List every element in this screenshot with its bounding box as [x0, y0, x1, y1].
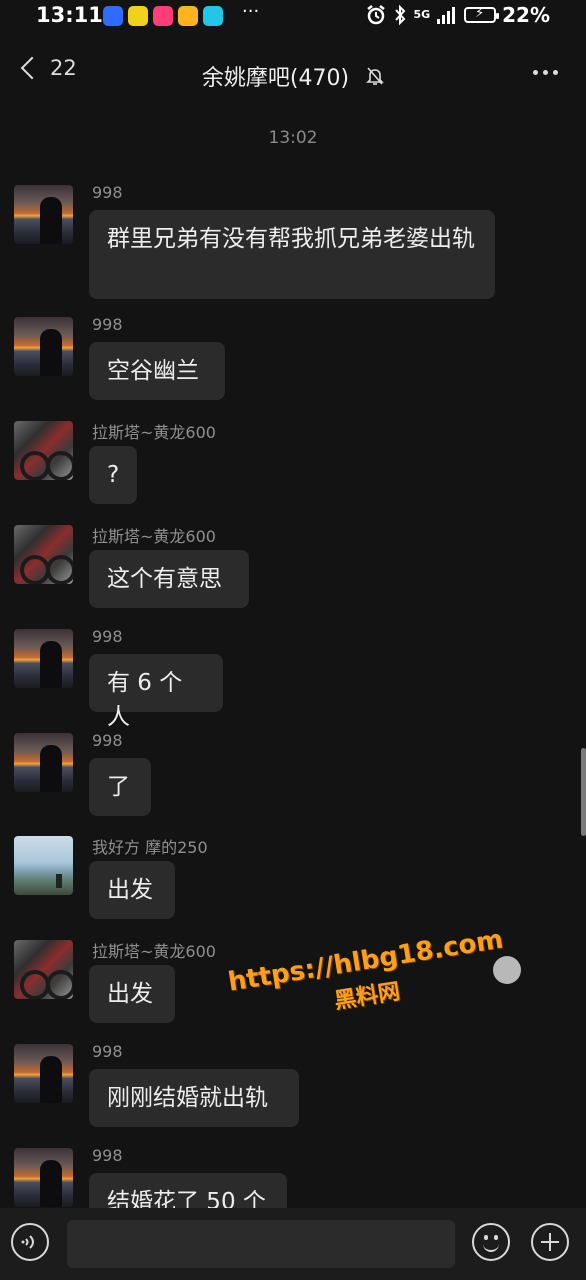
message-bubble[interactable]: 这个有意思	[89, 550, 249, 608]
bluetooth-icon	[395, 4, 406, 26]
sender-name: 拉斯塔~黄龙600	[92, 527, 216, 546]
avatar-figure	[56, 874, 62, 888]
network-type: 5G	[413, 8, 431, 21]
chat-title-wrap: 余姚摩吧(470)	[0, 60, 586, 92]
avatar-figure	[40, 329, 62, 376]
avatar[interactable]	[14, 629, 73, 688]
emoji-app-icon	[178, 6, 198, 26]
system-status: 5G ⚡ 22%	[365, 3, 550, 27]
floating-assist-button[interactable]	[493, 956, 521, 984]
avatar[interactable]	[14, 185, 73, 244]
emoji-mouth	[483, 1242, 499, 1252]
avatar[interactable]	[14, 1044, 73, 1103]
more-notifications-icon: ···	[242, 1, 260, 22]
avatar-figure	[40, 745, 62, 792]
emoji-eye-right	[494, 1235, 498, 1240]
avatar[interactable]	[14, 421, 73, 480]
avatar-wheel	[46, 555, 73, 584]
notification-icons	[103, 6, 223, 26]
voice-input-button[interactable]	[11, 1223, 49, 1261]
status-time: 13:11	[36, 3, 103, 27]
scrollbar-thumb[interactable]	[581, 748, 586, 836]
more-options-button[interactable]	[533, 70, 558, 75]
emoji-button[interactable]	[472, 1223, 510, 1261]
voice-icon	[21, 1235, 34, 1249]
emoji-eye-left	[484, 1235, 488, 1240]
sender-name: 998	[92, 627, 123, 646]
duck-app-icon	[128, 6, 148, 26]
dot-icon	[533, 70, 538, 75]
add-attachment-button[interactable]	[531, 1223, 569, 1261]
signal-icon	[437, 7, 456, 24]
video-app-icon	[153, 6, 173, 26]
message-bubble[interactable]: 结婚花了 50 个	[89, 1173, 287, 1208]
battery-percent: 22%	[502, 3, 550, 27]
message-bubble[interactable]: 出发	[89, 861, 175, 919]
input-bar	[0, 1208, 586, 1280]
avatar-figure	[40, 641, 62, 688]
sender-name: 998	[92, 1146, 123, 1165]
message-timestamp: 13:02	[268, 128, 318, 148]
message-bubble[interactable]: 群里兄弟有没有帮我抓兄弟老婆出轨	[89, 210, 495, 299]
alarm-icon	[367, 5, 386, 25]
message-bubble[interactable]: ?	[89, 446, 137, 504]
sender-name: 998	[92, 315, 123, 334]
status-bar: 13:11 ··· 5G ⚡ 22%	[0, 0, 586, 34]
avatar[interactable]	[14, 733, 73, 792]
muted-bell-icon	[366, 66, 385, 92]
avatar-figure	[40, 1056, 62, 1103]
message-bubble[interactable]: 了	[89, 758, 151, 816]
dot-icon	[543, 70, 548, 75]
sender-name: 998	[92, 183, 123, 202]
cyan-app-icon	[203, 6, 223, 26]
avatar-wheel	[46, 451, 73, 480]
sender-name: 998	[92, 1042, 123, 1061]
sender-name: 拉斯塔~黄龙600	[92, 423, 216, 442]
chat-header: 22 余姚摩吧(470)	[0, 44, 586, 102]
avatar[interactable]	[14, 940, 73, 999]
dot-icon	[553, 70, 558, 75]
sender-name: 998	[92, 731, 123, 750]
message-bubble[interactable]: 出发	[89, 965, 175, 1023]
avatar[interactable]	[14, 317, 73, 376]
sender-name: 拉斯塔~黄龙600	[92, 942, 216, 961]
avatar-figure	[40, 197, 62, 244]
message-bubble[interactable]: 有 6 个人	[89, 654, 223, 730]
avatar[interactable]	[14, 836, 73, 895]
battery-icon: ⚡	[464, 6, 500, 23]
message-bubble[interactable]: 刚刚结婚就出轨	[89, 1069, 299, 1127]
baidu-app-icon	[103, 6, 123, 26]
plus-icon-v	[549, 1233, 551, 1251]
sender-name: 我好方 摩的250	[92, 838, 208, 857]
avatar-figure	[40, 1160, 62, 1207]
avatar[interactable]	[14, 525, 73, 584]
avatar-wheel	[46, 970, 73, 999]
watermark: https://hlbg18.com 黑料网	[226, 925, 505, 1031]
message-bubble[interactable]: 空谷幽兰	[89, 342, 225, 400]
avatar[interactable]	[14, 1148, 73, 1207]
message-input[interactable]	[67, 1220, 455, 1268]
chat-title: 余姚摩吧(470)	[201, 66, 350, 91]
